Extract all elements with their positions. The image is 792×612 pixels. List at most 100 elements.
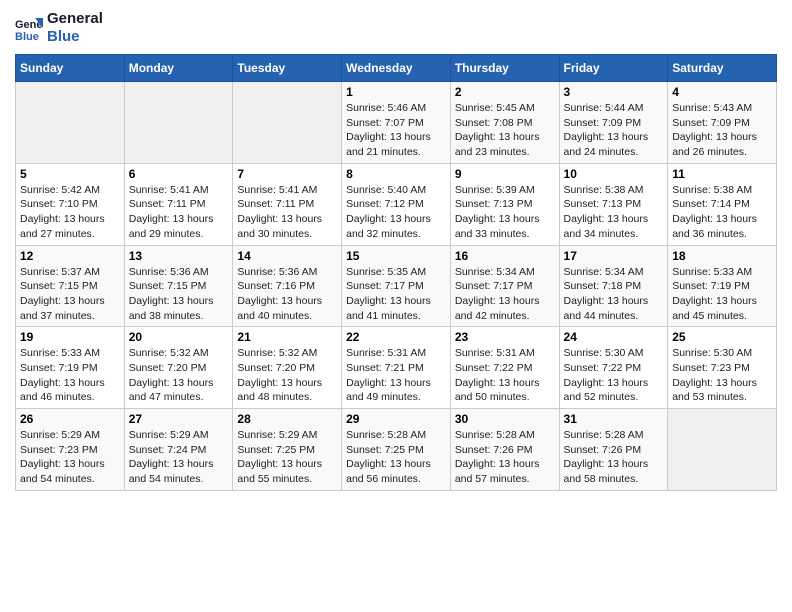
day-info: Sunrise: 5:29 AMSunset: 7:25 PMDaylight:… — [237, 428, 337, 487]
day-number: 13 — [129, 249, 229, 263]
day-number: 24 — [564, 330, 664, 344]
day-number: 22 — [346, 330, 446, 344]
day-number: 12 — [20, 249, 120, 263]
day-number: 27 — [129, 412, 229, 426]
header-day-sunday: Sunday — [16, 55, 125, 82]
day-number: 16 — [455, 249, 555, 263]
calendar-cell: 30 Sunrise: 5:28 AMSunset: 7:26 PMDayligh… — [450, 409, 559, 491]
day-info: Sunrise: 5:40 AMSunset: 7:12 PMDaylight:… — [346, 183, 446, 242]
day-info: Sunrise: 5:29 AMSunset: 7:24 PMDaylight:… — [129, 428, 229, 487]
day-info: Sunrise: 5:44 AMSunset: 7:09 PMDaylight:… — [564, 101, 664, 160]
day-info: Sunrise: 5:41 AMSunset: 7:11 PMDaylight:… — [237, 183, 337, 242]
day-number: 11 — [672, 167, 772, 181]
calendar-cell: 14Sunrise: 5:36 AMSunset: 7:16 PMDayligh… — [233, 245, 342, 327]
day-number: 29 — [346, 412, 446, 426]
calendar-cell: 11 Sunrise: 5:38 AMSunset: 7:14 PMDayligh… — [668, 163, 777, 245]
day-info: Sunrise: 5:43 AMSunset: 7:09 PMDaylight:… — [672, 101, 772, 160]
day-info: Sunrise: 5:31 AMSunset: 7:21 PMDaylight:… — [346, 346, 446, 405]
calendar-cell: 1Sunrise: 5:46 AMSunset: 7:07 PMDaylight… — [342, 82, 451, 164]
day-info: Sunrise: 5:28 AMSunset: 7:25 PMDaylight:… — [346, 428, 446, 487]
day-info: Sunrise: 5:36 AMSunset: 7:15 PMDaylight:… — [129, 265, 229, 324]
calendar-cell: 5 Sunrise: 5:42 AMSunset: 7:10 PMDaylight… — [16, 163, 125, 245]
day-number: 19 — [20, 330, 120, 344]
day-info: Sunrise: 5:33 AMSunset: 7:19 PMDaylight:… — [20, 346, 120, 405]
day-info: Sunrise: 5:42 AMSunset: 7:10 PMDaylight:… — [20, 183, 120, 242]
page-header: General Blue General Blue — [15, 10, 777, 46]
day-number: 8 — [346, 167, 446, 181]
day-number: 30 — [455, 412, 555, 426]
day-info: Sunrise: 5:38 AMSunset: 7:13 PMDaylight:… — [564, 183, 664, 242]
calendar-cell: 20 Sunrise: 5:32 AMSunset: 7:20 PMDayligh… — [124, 327, 233, 409]
calendar-cell — [124, 82, 233, 164]
calendar-week-2: 5 Sunrise: 5:42 AMSunset: 7:10 PMDaylight… — [16, 163, 777, 245]
day-info: Sunrise: 5:28 AMSunset: 7:26 PMDaylight:… — [455, 428, 555, 487]
day-number: 6 — [129, 167, 229, 181]
day-info: Sunrise: 5:30 AMSunset: 7:22 PMDaylight:… — [564, 346, 664, 405]
calendar-cell: 4 Sunrise: 5:43 AMSunset: 7:09 PMDaylight… — [668, 82, 777, 164]
calendar-week-3: 12 Sunrise: 5:37 AMSunset: 7:15 PMDayligh… — [16, 245, 777, 327]
day-info: Sunrise: 5:31 AMSunset: 7:22 PMDaylight:… — [455, 346, 555, 405]
day-info: Sunrise: 5:37 AMSunset: 7:15 PMDaylight:… — [20, 265, 120, 324]
day-info: Sunrise: 5:46 AMSunset: 7:07 PMDaylight:… — [346, 101, 446, 160]
calendar-week-1: 1Sunrise: 5:46 AMSunset: 7:07 PMDaylight… — [16, 82, 777, 164]
day-number: 21 — [237, 330, 337, 344]
day-info: Sunrise: 5:35 AMSunset: 7:17 PMDaylight:… — [346, 265, 446, 324]
logo-blue: Blue — [47, 28, 103, 46]
calendar-cell — [233, 82, 342, 164]
header-day-wednesday: Wednesday — [342, 55, 451, 82]
calendar-cell — [16, 82, 125, 164]
calendar-week-5: 26 Sunrise: 5:29 AMSunset: 7:23 PMDayligh… — [16, 409, 777, 491]
calendar-cell: 8 Sunrise: 5:40 AMSunset: 7:12 PMDaylight… — [342, 163, 451, 245]
day-info: Sunrise: 5:45 AMSunset: 7:08 PMDaylight:… — [455, 101, 555, 160]
logo: General Blue General Blue — [15, 10, 103, 46]
day-number: 26 — [20, 412, 120, 426]
day-number: 9 — [455, 167, 555, 181]
calendar-cell: 13 Sunrise: 5:36 AMSunset: 7:15 PMDayligh… — [124, 245, 233, 327]
calendar-cell: 2Sunrise: 5:45 AMSunset: 7:08 PMDaylight… — [450, 82, 559, 164]
day-info: Sunrise: 5:32 AMSunset: 7:20 PMDaylight:… — [237, 346, 337, 405]
calendar-cell: 21 Sunrise: 5:32 AMSunset: 7:20 PMDayligh… — [233, 327, 342, 409]
calendar-cell: 18 Sunrise: 5:33 AMSunset: 7:19 PMDayligh… — [668, 245, 777, 327]
day-info: Sunrise: 5:38 AMSunset: 7:14 PMDaylight:… — [672, 183, 772, 242]
day-info: Sunrise: 5:41 AMSunset: 7:11 PMDaylight:… — [129, 183, 229, 242]
day-number: 15 — [346, 249, 446, 263]
day-number: 17 — [564, 249, 664, 263]
day-number: 18 — [672, 249, 772, 263]
day-number: 25 — [672, 330, 772, 344]
day-number: 3 — [564, 85, 664, 99]
calendar-cell: 22 Sunrise: 5:31 AMSunset: 7:21 PMDayligh… — [342, 327, 451, 409]
logo-icon: General Blue — [15, 14, 43, 42]
day-number: 5 — [20, 167, 120, 181]
calendar-cell: 9Sunrise: 5:39 AMSunset: 7:13 PMDaylight… — [450, 163, 559, 245]
header-day-thursday: Thursday — [450, 55, 559, 82]
calendar-cell: 23Sunrise: 5:31 AMSunset: 7:22 PMDayligh… — [450, 327, 559, 409]
calendar-body: 1Sunrise: 5:46 AMSunset: 7:07 PMDaylight… — [16, 82, 777, 491]
calendar-cell: 19 Sunrise: 5:33 AMSunset: 7:19 PMDayligh… — [16, 327, 125, 409]
header-day-monday: Monday — [124, 55, 233, 82]
calendar-cell: 26 Sunrise: 5:29 AMSunset: 7:23 PMDayligh… — [16, 409, 125, 491]
header-day-tuesday: Tuesday — [233, 55, 342, 82]
day-info: Sunrise: 5:29 AMSunset: 7:23 PMDaylight:… — [20, 428, 120, 487]
day-info: Sunrise: 5:32 AMSunset: 7:20 PMDaylight:… — [129, 346, 229, 405]
day-number: 14 — [237, 249, 337, 263]
calendar-header-row: SundayMondayTuesdayWednesdayThursdayFrid… — [16, 55, 777, 82]
day-info: Sunrise: 5:30 AMSunset: 7:23 PMDaylight:… — [672, 346, 772, 405]
day-number: 7 — [237, 167, 337, 181]
day-info: Sunrise: 5:28 AMSunset: 7:26 PMDaylight:… — [564, 428, 664, 487]
day-info: Sunrise: 5:33 AMSunset: 7:19 PMDaylight:… — [672, 265, 772, 324]
calendar-cell: 25 Sunrise: 5:30 AMSunset: 7:23 PMDayligh… — [668, 327, 777, 409]
day-info: Sunrise: 5:34 AMSunset: 7:17 PMDaylight:… — [455, 265, 555, 324]
day-number: 20 — [129, 330, 229, 344]
calendar-cell: 29 Sunrise: 5:28 AMSunset: 7:25 PMDayligh… — [342, 409, 451, 491]
day-number: 4 — [672, 85, 772, 99]
svg-text:Blue: Blue — [15, 31, 39, 42]
calendar-table: SundayMondayTuesdayWednesdayThursdayFrid… — [15, 54, 777, 491]
calendar-cell: 10Sunrise: 5:38 AMSunset: 7:13 PMDayligh… — [559, 163, 668, 245]
day-number: 31 — [564, 412, 664, 426]
calendar-cell: 27 Sunrise: 5:29 AMSunset: 7:24 PMDayligh… — [124, 409, 233, 491]
calendar-cell: 16 Sunrise: 5:34 AMSunset: 7:17 PMDayligh… — [450, 245, 559, 327]
day-number: 28 — [237, 412, 337, 426]
calendar-cell: 17Sunrise: 5:34 AMSunset: 7:18 PMDayligh… — [559, 245, 668, 327]
calendar-cell: 7 Sunrise: 5:41 AMSunset: 7:11 PMDaylight… — [233, 163, 342, 245]
calendar-cell: 24 Sunrise: 5:30 AMSunset: 7:22 PMDayligh… — [559, 327, 668, 409]
